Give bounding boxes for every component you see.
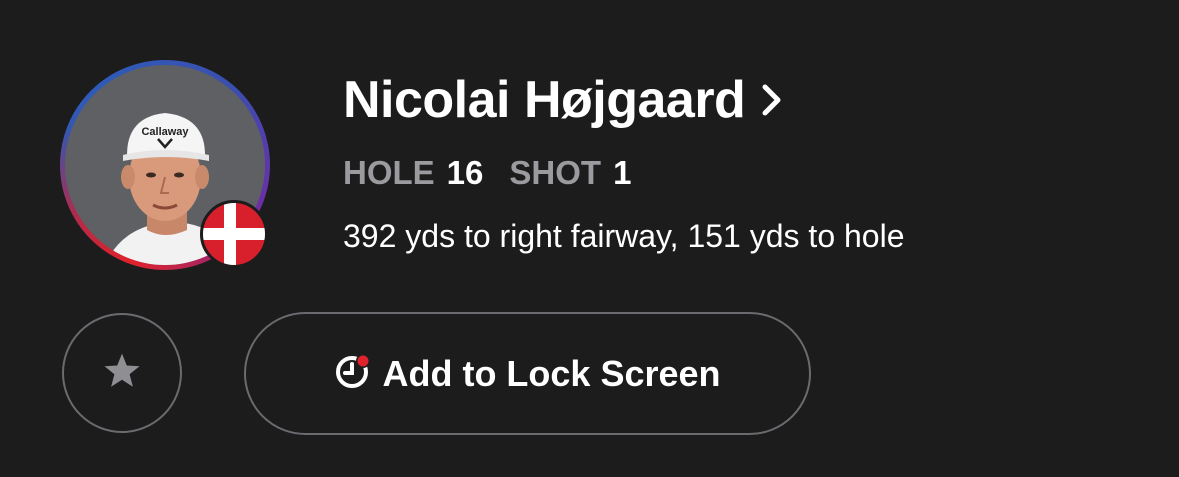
live-activity-icon bbox=[334, 351, 374, 396]
denmark-flag-icon bbox=[200, 200, 268, 268]
add-to-lock-screen-button[interactable]: Add to Lock Screen bbox=[244, 312, 811, 435]
player-avatar[interactable]: Callaway bbox=[60, 60, 270, 270]
shot-label: SHOT bbox=[509, 154, 602, 191]
hole-value: 16 bbox=[446, 154, 484, 191]
shot-status: HOLE 16 SHOT 1 bbox=[343, 154, 631, 192]
star-icon bbox=[102, 352, 142, 395]
player-name: Nicolai Højgaard bbox=[343, 71, 746, 129]
favorite-button[interactable] bbox=[62, 313, 182, 433]
player-name-link[interactable]: Nicolai Højgaard bbox=[343, 70, 783, 130]
distance-text: 392 yds to right fairway, 151 yds to hol… bbox=[343, 218, 905, 254]
chevron-right-icon bbox=[761, 83, 783, 117]
hole-label: HOLE bbox=[343, 154, 435, 191]
shot-value: 1 bbox=[613, 154, 632, 191]
svg-text:Callaway: Callaway bbox=[141, 126, 189, 138]
add-to-lock-screen-label: Add to Lock Screen bbox=[382, 352, 721, 394]
